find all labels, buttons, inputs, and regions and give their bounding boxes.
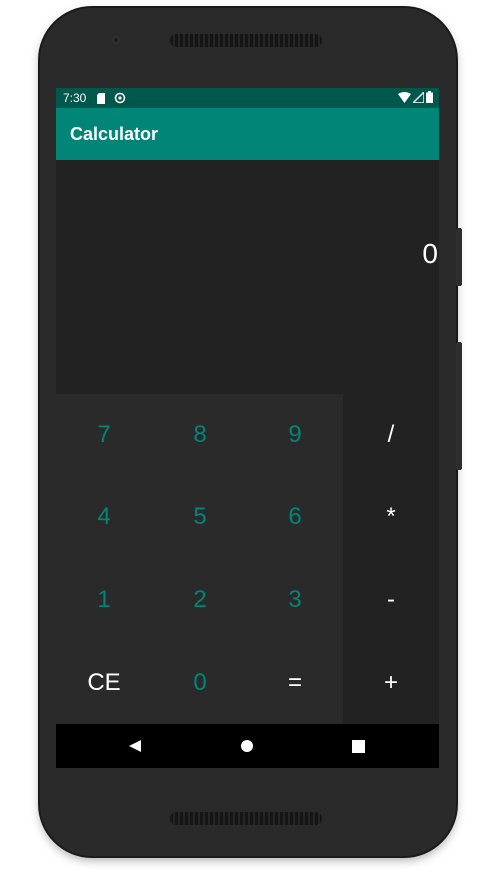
key-6[interactable]: 6 <box>247 476 343 558</box>
top-speaker <box>170 34 322 47</box>
key-7[interactable]: 7 <box>56 394 152 476</box>
multiply-button[interactable]: * <box>343 476 439 558</box>
volume-button <box>456 342 462 470</box>
key-9[interactable]: 9 <box>247 394 343 476</box>
clear-entry-button[interactable]: CE <box>56 642 152 724</box>
status-bar: 7:30 <box>56 88 439 108</box>
app-bar: Calculator <box>56 108 439 160</box>
sync-icon <box>115 92 126 104</box>
sd-card-icon <box>97 92 106 104</box>
add-button[interactable]: + <box>343 642 439 724</box>
back-icon[interactable] <box>127 738 143 754</box>
navigation-bar <box>56 724 439 768</box>
key-1[interactable]: 1 <box>56 559 152 641</box>
key-8[interactable]: 8 <box>152 394 248 476</box>
power-button <box>456 228 462 286</box>
app-title: Calculator <box>70 123 159 144</box>
key-4[interactable]: 4 <box>56 476 152 558</box>
home-icon[interactable] <box>239 738 255 754</box>
display-value: 0 <box>422 238 438 269</box>
front-camera <box>112 36 120 44</box>
key-2[interactable]: 2 <box>152 559 248 641</box>
operator-column: / * - + <box>343 394 439 724</box>
status-time: 7:30 <box>63 91 87 105</box>
subtract-button[interactable]: - <box>343 559 439 641</box>
key-5[interactable]: 5 <box>152 476 248 558</box>
calculator-display: 0 <box>56 160 439 394</box>
number-keypad: 7 8 9 4 5 6 1 2 3 CE 0 = <box>56 394 343 724</box>
battery-icon <box>426 91 433 103</box>
equals-button[interactable]: = <box>247 642 343 724</box>
cell-signal-icon <box>413 91 424 103</box>
bottom-speaker <box>170 812 322 825</box>
key-3[interactable]: 3 <box>247 559 343 641</box>
key-0[interactable]: 0 <box>152 642 248 724</box>
wifi-icon <box>398 91 411 103</box>
divide-button[interactable]: / <box>343 394 439 476</box>
recents-icon[interactable] <box>350 738 366 754</box>
device-screen: 7:30 Calculator 0 7 8 9 4 5 6 1 2 3 CE 0… <box>56 88 439 768</box>
